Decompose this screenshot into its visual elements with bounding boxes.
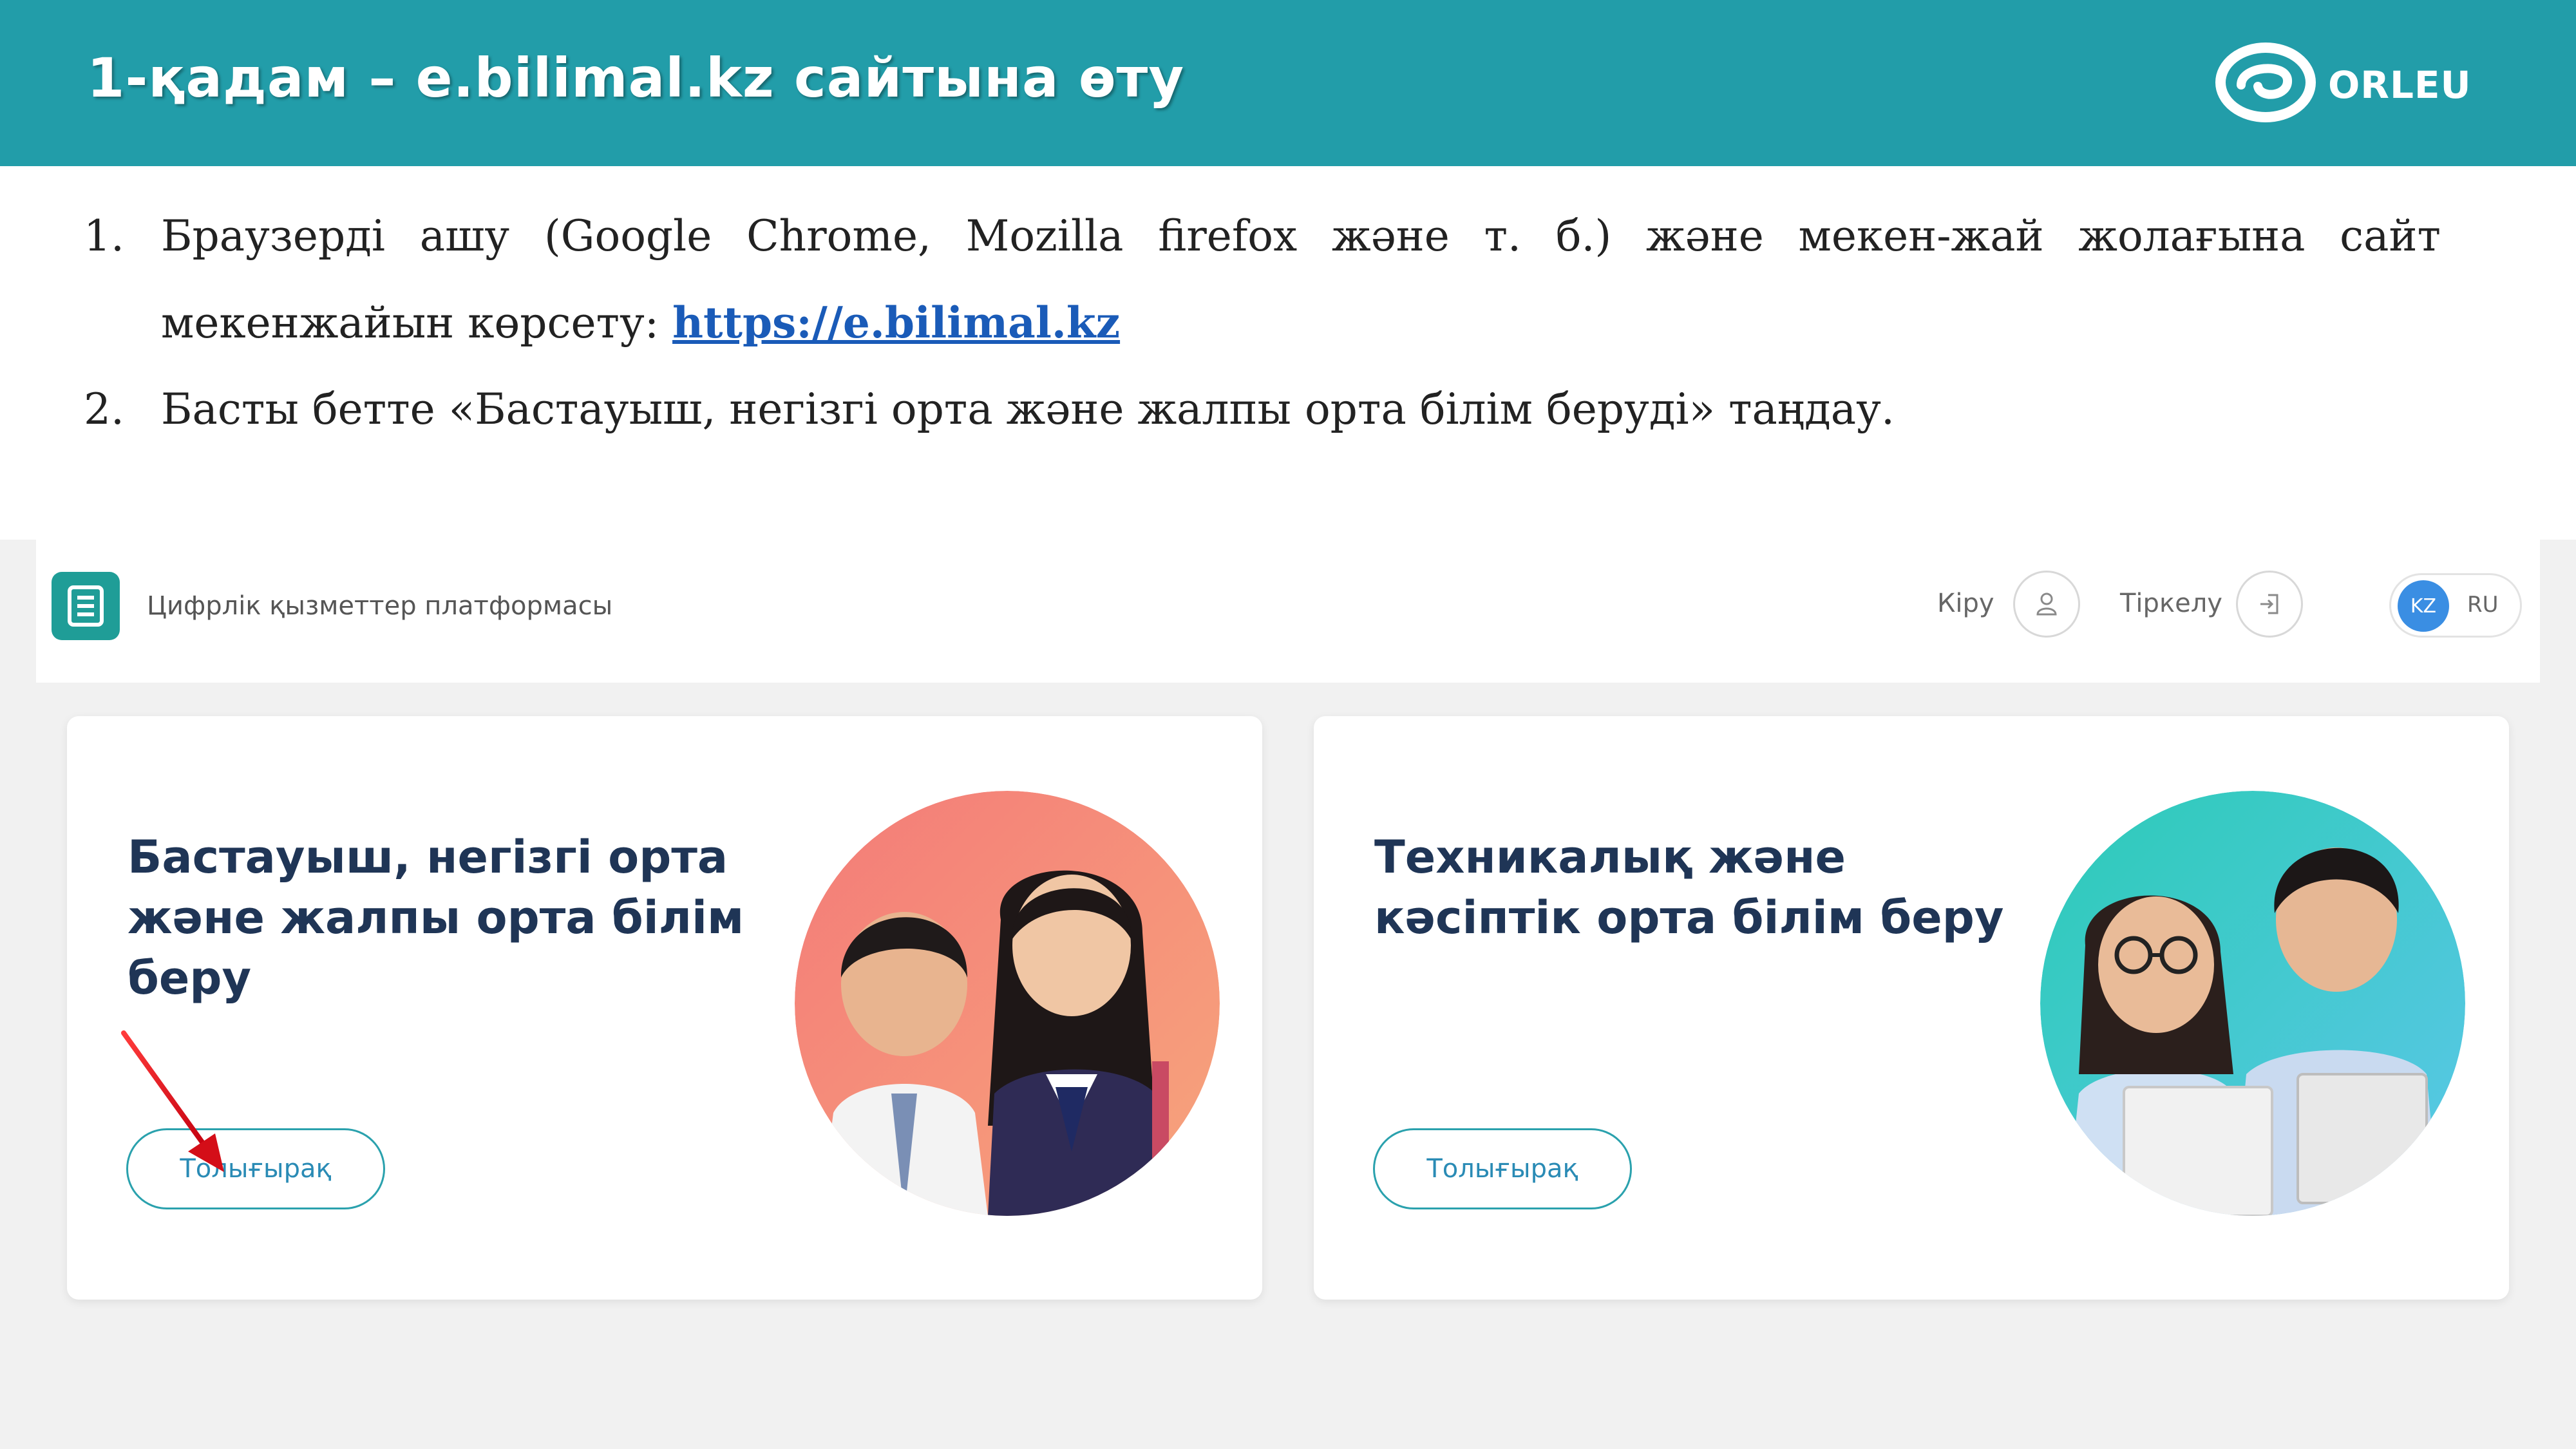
- platform-logo-icon[interactable]: [52, 572, 120, 640]
- slide-header: 1-қадам – e.bilimal.kz сайтына өту ORLEU: [0, 0, 2576, 166]
- slide-title: 1-қадам – e.bilimal.kz сайтына өту: [87, 46, 1185, 109]
- more-button[interactable]: Толығырақ: [1373, 1128, 1632, 1209]
- students-photo: [795, 791, 1220, 1216]
- website-screenshot: Цифрлік қызметтер платформасы Кіру Тірке…: [0, 540, 2576, 1449]
- lang-ru-button[interactable]: RU: [2467, 592, 2499, 618]
- step-text: Браузерді ашу (Google Chrome, Mozilla fi…: [161, 211, 2441, 348]
- step-text: Басты бетте «Бастауыш, негізгі орта және…: [161, 384, 1895, 434]
- instruction-list: 1. Браузерді ашу (Google Chrome, Mozilla…: [84, 193, 2441, 453]
- students-photo: [2040, 791, 2465, 1216]
- education-card-technical[interactable]: Техникалық және кәсіптік орта білім беру…: [1314, 716, 2509, 1300]
- lang-kz-button[interactable]: KZ: [2398, 580, 2449, 632]
- education-card-general[interactable]: Бастауыш, негізгі орта және жалпы орта б…: [67, 716, 1262, 1300]
- user-icon: [2036, 592, 2057, 616]
- login-link[interactable]: Кіру: [1937, 589, 1994, 618]
- orleu-logo-text: ORLEU: [2328, 63, 2472, 107]
- card-title: Техникалық және кәсіптік орта білім беру: [1374, 831, 2004, 944]
- site-navbar: Цифрлік қызметтер платформасы Кіру Тірке…: [36, 540, 2540, 683]
- list-item: 1. Браузерді ашу (Google Chrome, Mozilla…: [84, 193, 2441, 366]
- list-item: 2. Басты бетте «Бастауыш, негізгі орта ж…: [84, 366, 2441, 453]
- step-number: 2.: [84, 384, 124, 434]
- login-button[interactable]: [2013, 571, 2080, 638]
- orleu-logo-icon: [2215, 43, 2316, 122]
- language-switcher[interactable]: KZ RU: [2389, 573, 2522, 638]
- step-number: 1.: [84, 211, 124, 261]
- platform-name: Цифрлік қызметтер платформасы: [147, 591, 613, 621]
- orleu-logo: ORLEU: [2215, 40, 2471, 124]
- sign-in-icon: [2260, 594, 2278, 614]
- red-arrow-icon: [121, 1030, 224, 1172]
- register-button[interactable]: [2236, 571, 2303, 638]
- register-link[interactable]: Тіркелу: [2120, 589, 2222, 618]
- card-title: Бастауыш, негізгі орта және жалпы орта б…: [128, 831, 744, 1005]
- site-link[interactable]: https://e.bilimal.kz: [672, 298, 1120, 348]
